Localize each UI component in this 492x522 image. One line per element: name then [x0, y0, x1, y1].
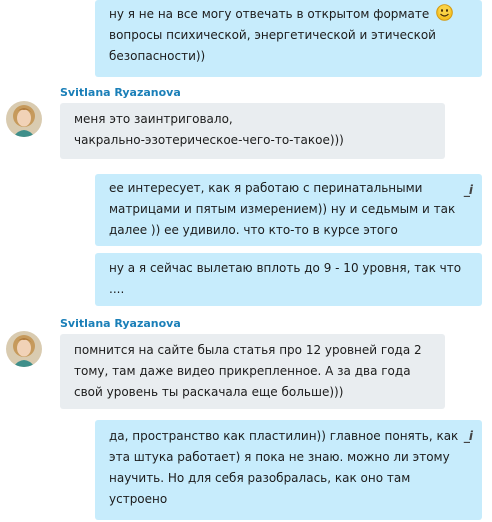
avatar-photo-icon [6, 331, 42, 367]
message-line: эта штука работает) я пока не знаю. можн… [109, 450, 450, 464]
message-line: чакрально-эзотерическое-чего-то-такое))) [74, 133, 344, 147]
smiley-icon [436, 4, 453, 21]
sender-name[interactable]: Svitlana Ryazanova [60, 86, 181, 99]
chat-conversation: ну я не на все могу отвечать в открытом … [0, 0, 492, 522]
edited-pencil-icon[interactable]: _i [464, 426, 473, 447]
message-line: научить. Но для себя разобралась, как он… [109, 471, 411, 485]
message-bubble-outgoing[interactable]: _i ее интересует, как я работаю с перина… [95, 174, 482, 246]
message-line: матрицами и пятым измерением)) ну и седь… [109, 202, 456, 216]
message-line: свой уровень ты раскачала еще больше))) [74, 385, 344, 399]
message-line: безопасности)) [109, 49, 206, 63]
sender-name[interactable]: Svitlana Ryazanova [60, 317, 181, 330]
message-bubble-outgoing[interactable]: _i да, пространство как пластилин)) глав… [95, 420, 482, 520]
avatar[interactable] [6, 331, 42, 367]
edited-pencil-icon[interactable]: _i [464, 180, 473, 201]
message-bubble-incoming[interactable]: помнится на сайте была статья про 12 уро… [60, 334, 445, 409]
message-line: ее интересует, как я работаю с перинатал… [109, 181, 423, 195]
avatar[interactable] [6, 101, 42, 137]
message-bubble-incoming[interactable]: меня это заинтриговало, чакрально-эзотер… [60, 103, 445, 159]
message-line: далее )) ее удивило. что кто-то в курсе … [109, 223, 398, 237]
message-line: .... [109, 282, 125, 296]
message-line: меня это заинтриговало, [74, 112, 233, 126]
message-line: устроено [109, 492, 168, 506]
message-line: помнится на сайте была статья про 12 уро… [74, 343, 422, 357]
message-bubble-outgoing[interactable]: ну я не на все могу отвечать в открытом … [95, 0, 482, 77]
message-line: вопросы психической, энергетической и эт… [109, 28, 436, 42]
message-bubble-outgoing[interactable]: ну а я сейчас вылетаю вплоть до 9 - 10 у… [95, 253, 482, 306]
avatar-photo-icon [6, 101, 42, 137]
message-line: да, пространство как пластилин)) главное… [109, 429, 459, 443]
message-line: тому, там даже видео прикрепленное. А за… [74, 364, 411, 378]
message-line: ну я не на все могу отвечать в открытом … [109, 7, 430, 21]
message-line: ну а я сейчас вылетаю вплоть до 9 - 10 у… [109, 261, 462, 275]
